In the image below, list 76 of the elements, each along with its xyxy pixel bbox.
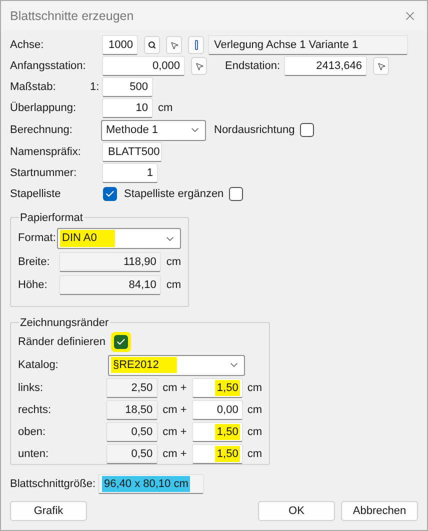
readonly-field: 18,50 (106, 400, 158, 420)
pointer-button[interactable] (191, 57, 207, 75)
field-label: Nordausrichtung (214, 122, 295, 138)
field-label: cm (247, 424, 262, 440)
field-label: Ränder definieren (18, 334, 106, 350)
input-field[interactable]: 1,50 (192, 422, 244, 442)
search-button[interactable] (144, 36, 160, 54)
readonly-field: Verlegung Achse 1 Variante 1 (208, 35, 408, 55)
dialog-button[interactable]: Grafik (10, 501, 87, 521)
group-title: Papierformat (19, 210, 84, 226)
input-field[interactable]: 1000 (102, 35, 138, 55)
check-icon (105, 189, 115, 199)
window-title: Blattschnitte erzeugen (10, 8, 134, 25)
check-icon (116, 337, 126, 347)
info-button[interactable] (188, 36, 204, 54)
readonly-field: 0,50 (106, 444, 158, 464)
input-field[interactable]: 0,000 (102, 56, 185, 76)
input-field[interactable]: 1,50 (192, 444, 244, 464)
field-label: Stapelliste (10, 186, 62, 202)
field-label: Startnummer: (10, 166, 78, 181)
field-label: cm + (162, 402, 188, 418)
field-label: Endstation: (225, 58, 282, 74)
input-field[interactable]: 10 (102, 98, 153, 118)
readonly-field: 118,90 (58, 252, 162, 272)
dropdown[interactable]: Methode 1 (101, 120, 206, 140)
info-icon (194, 40, 198, 50)
field-label: Blattschnittgröße: (10, 476, 97, 492)
field-label: Überlappung: (10, 100, 78, 116)
readonly-field: 84,10 (58, 275, 162, 295)
pointer-icon (194, 62, 204, 70)
field-label: 1: (90, 80, 100, 95)
field-label: Stapelliste ergänzen (124, 186, 224, 202)
input-field[interactable]: 500 (102, 77, 153, 97)
dialog-button[interactable]: Abbrechen (341, 501, 418, 521)
field-label: oben: (18, 424, 47, 440)
readonly-field: 96,40 x 80,10 cm (98, 474, 204, 494)
field-label: cm (158, 100, 173, 116)
pointer-button[interactable] (166, 36, 182, 54)
readonly-field: 0,50 (106, 422, 158, 442)
field-label: cm (247, 402, 262, 418)
group-title: Zeichnungsränder (19, 315, 110, 332)
field-label: cm + (162, 446, 188, 462)
field-label: Berechnung: (10, 122, 74, 138)
dialog-button[interactable]: OK (258, 501, 335, 521)
field-label: unten: (18, 446, 50, 462)
readonly-field: 2,50 (106, 378, 158, 398)
field-label: Namenspräfix: (10, 144, 82, 160)
field-label: cm (166, 254, 181, 270)
field-label: cm (247, 380, 262, 396)
field-label: links: (18, 380, 44, 396)
input-field[interactable]: 1,50 (192, 378, 244, 398)
checkbox[interactable] (103, 187, 117, 201)
input-field[interactable]: 0,00 (192, 400, 244, 420)
field-label: Anfangsstation: (10, 58, 87, 74)
pointer-icon (376, 62, 386, 70)
field-label: Achse: (10, 38, 45, 53)
field-label: Maßstab: (10, 80, 57, 95)
input-field[interactable]: 2413,646 (284, 56, 367, 76)
field-label: Katalog: (18, 358, 60, 373)
search-icon (148, 41, 156, 49)
field-label: cm (166, 278, 181, 293)
input-field[interactable]: BLATT500 (102, 142, 162, 162)
pointer-button[interactable] (373, 57, 389, 75)
pointer-icon (170, 40, 178, 50)
dropdown[interactable]: DIN A0 (57, 228, 181, 249)
field-label: Breite: (18, 254, 51, 270)
field-label: rechts: (18, 402, 52, 418)
field-label: cm + (162, 380, 188, 396)
field-label: Höhe: (18, 278, 48, 293)
input-field[interactable]: 1 (102, 163, 158, 183)
field-label: cm + (162, 424, 188, 440)
field-label: Format: (18, 231, 57, 246)
checkbox[interactable] (228, 187, 243, 201)
checkbox[interactable] (300, 123, 314, 137)
field-label: cm (247, 446, 262, 462)
dropdown[interactable]: §RE2012 (108, 354, 245, 376)
